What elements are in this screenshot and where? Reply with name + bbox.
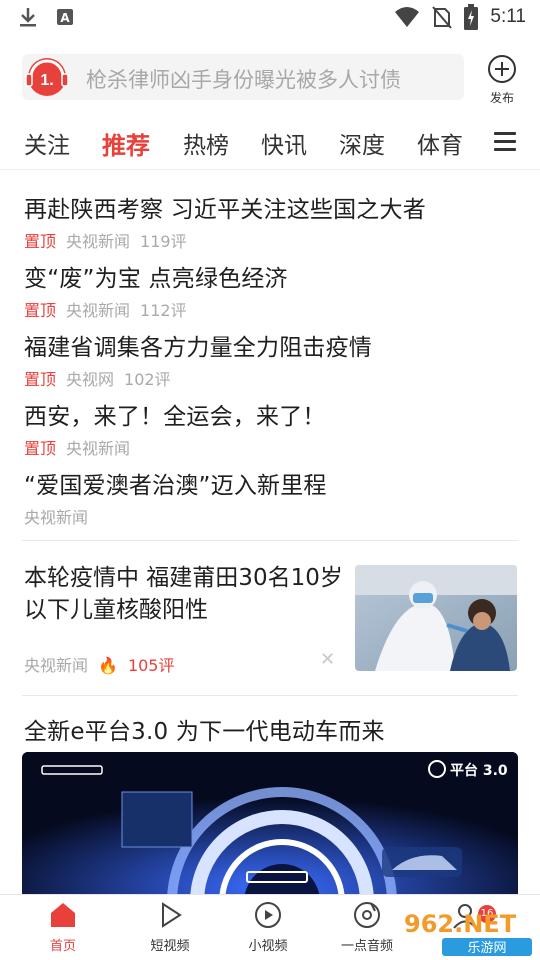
news-source: 央视网 [66, 370, 115, 389]
news-item[interactable]: 福建省调集各方力量全力阻击疫情 置顶 央视网 102评 [24, 328, 524, 390]
play-circle-icon [255, 902, 281, 928]
tab-depth[interactable]: 深度 [339, 126, 385, 160]
search-placeholder: 枪杀律师凶手身份曝光被多人讨债 [86, 68, 401, 92]
search-bar[interactable]: 1. 枪杀律师凶手身份曝光被多人讨债 [22, 54, 464, 100]
top-header: 1. 枪杀律师凶手身份曝光被多人讨债 发布 [0, 40, 540, 112]
site-watermark: 962.NET 乐游网 [404, 910, 532, 956]
play-icon [162, 902, 182, 928]
nav-short-video[interactable]: 短视频 [125, 901, 215, 954]
tab-recommend[interactable]: 推荐 [102, 126, 150, 161]
wifi-icon [395, 7, 420, 27]
banner-brand-text: 平台 3.0 [450, 762, 508, 779]
publish-label: 发布 [489, 91, 514, 105]
news-meta: 央视新闻 [24, 504, 524, 528]
tab-sports[interactable]: 体育 [417, 126, 463, 160]
news-title: 全新e平台3.0 为下一代电动车而来 [24, 719, 385, 745]
watermark-text: 962.NET [404, 910, 517, 938]
nav-audio[interactable]: 一点音频 [322, 901, 412, 954]
publish-button[interactable]: 发布 [480, 54, 524, 106]
news-source: 央视新闻 [24, 508, 89, 527]
comment-count: 102评 [124, 370, 171, 389]
news-title: 再赴陕西考察 习近平关注这些国之大者 [24, 197, 426, 223]
news-item[interactable]: “爱国爱澳者治澳”迈入新里程 央视新闻 [24, 466, 524, 528]
dismiss-icon[interactable]: ✕ [320, 649, 335, 670]
news-source: 央视新闻 [66, 439, 131, 458]
menu-icon[interactable] [494, 132, 516, 152]
news-title: 西安，来了！全运会，来了！ [24, 404, 326, 430]
pinned-badge: 置顶 [24, 439, 57, 458]
audio-disc-icon [354, 902, 380, 928]
divider [22, 695, 518, 696]
no-sim-icon [432, 6, 453, 29]
news-title: 本轮疫情中 福建莆田30名10岁以下儿童核酸阳性 [24, 565, 343, 623]
svg-text:A: A [60, 11, 70, 25]
comment-count: 119评 [140, 232, 187, 251]
tab-hot[interactable]: 热榜 [183, 126, 229, 160]
hot-icon: 🔥 [98, 656, 118, 675]
news-source: 央视新闻 [66, 232, 131, 251]
news-meta: 置顶 央视新闻 [24, 435, 524, 459]
news-title: “爱国爱澳者治澳”迈入新里程 [24, 473, 327, 499]
news-source: 央视新闻 [66, 301, 131, 320]
home-icon [51, 903, 75, 927]
news-thumbnail [355, 565, 517, 671]
nav-label: 首页 [49, 939, 76, 954]
news-item[interactable]: 全新e平台3.0 为下一代电动车而来 [24, 712, 524, 746]
news-meta: 置顶 央视网 102评 [24, 366, 524, 390]
news-meta: 置顶 央视新闻 119评 [24, 228, 524, 252]
battery-icon [464, 4, 479, 30]
comment-count: 112评 [140, 301, 187, 320]
pinned-badge: 置顶 [24, 232, 57, 251]
nav-home[interactable]: 首页 [18, 901, 108, 954]
channel-tabs: 关注 推荐 热榜 快讯 深度 体育 [0, 118, 540, 170]
download-icon [20, 8, 36, 27]
news-item[interactable]: 变“废”为宝 点亮绿色经济 置顶 央视新闻 112评 [24, 259, 524, 321]
nav-label: 短视频 [150, 939, 190, 954]
news-meta: 置顶 央视新闻 112评 [24, 297, 524, 321]
nav-mini-video[interactable]: 小视频 [223, 901, 313, 954]
news-source: 央视新闻 [24, 656, 89, 675]
pinned-badge: 置顶 [24, 370, 57, 389]
watermark-subtext: 乐游网 [467, 941, 506, 956]
news-title: 福建省调集各方力量全力阻击疫情 [24, 335, 372, 361]
comment-count: 105评 [127, 656, 175, 675]
news-item[interactable]: 西安，来了！全运会，来了！ 置顶 央视新闻 [24, 397, 524, 459]
nav-label: 小视频 [248, 939, 288, 954]
clock: 5:11 [490, 6, 526, 27]
tab-follow[interactable]: 关注 [24, 126, 70, 160]
news-item[interactable]: 再赴陕西考察 习近平关注这些国之大者 置顶 央视新闻 119评 [24, 190, 524, 252]
font-icon: A [57, 9, 73, 25]
nav-label: 一点音频 [340, 939, 393, 954]
news-title: 变“废”为宝 点亮绿色经济 [24, 266, 288, 292]
plus-circle-icon [488, 55, 516, 83]
divider [22, 540, 518, 541]
pinned-badge: 置顶 [24, 301, 57, 320]
svg-text:1.: 1. [40, 72, 53, 89]
app-logo-icon: 1. [25, 58, 69, 96]
tab-flash[interactable]: 快讯 [261, 126, 307, 160]
article-image[interactable]: 平台 3.0 [22, 752, 518, 902]
status-bar: A 5:11 [0, 0, 540, 38]
